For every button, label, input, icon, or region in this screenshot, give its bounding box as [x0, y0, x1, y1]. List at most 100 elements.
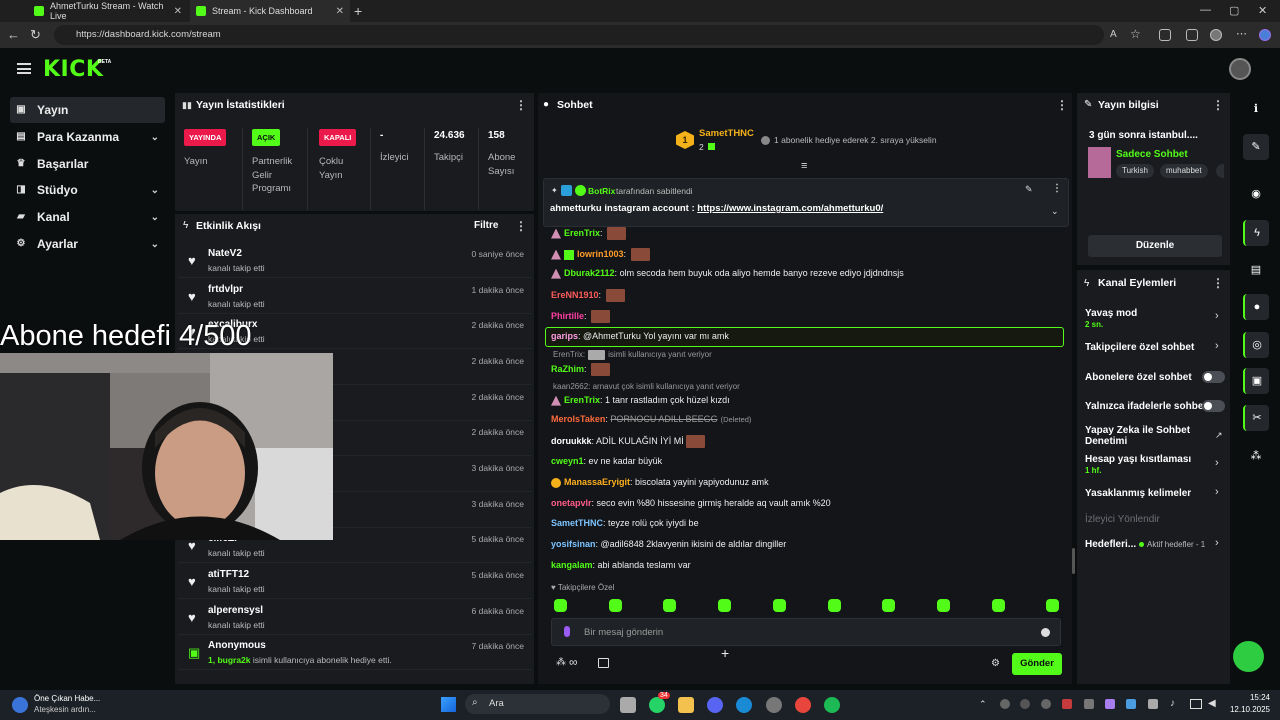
start-button[interactable] [441, 697, 456, 712]
more-vertical-icon[interactable]: ⋮ [1052, 183, 1062, 194]
external-link-icon[interactable]: ↗ [1215, 430, 1223, 441]
chat-message[interactable]: kangalam: abi ablanda teslamı var [551, 560, 691, 570]
store-icon[interactable] [598, 658, 609, 668]
tab-dashboard[interactable]: Stream - Kick Dashboard ✕ [190, 0, 350, 22]
chat-message[interactable]: doruukkk: ADİL KULAĞIN İYİ Mİ [551, 435, 705, 448]
chevron-right-icon[interactable]: › [1215, 457, 1219, 469]
subscribers-only-toggle[interactable] [1202, 371, 1225, 383]
scrollbar[interactable] [1072, 548, 1075, 574]
broadcast-signal-icon[interactable]: ◎ [1243, 332, 1269, 358]
quick-emote-icon[interactable] [663, 599, 677, 612]
sidebar-item-yayin[interactable]: ▣ Yayın [10, 97, 165, 123]
chat-username[interactable]: SametTHNC [551, 518, 603, 528]
chat-username[interactable]: ErenTrix [564, 228, 600, 238]
quick-emote-icon[interactable] [827, 599, 841, 612]
sidebar-item-kanal[interactable]: ▰ Kanal ⌄ [10, 204, 165, 230]
chat-username[interactable]: ErenTrix [564, 395, 600, 405]
pinned-link[interactable]: https://www.instagram.com/ahmetturku0/ [697, 203, 883, 214]
microphone-icon[interactable]: ♪ [1170, 698, 1175, 709]
chat-message[interactable]: ErеNN1910: [551, 289, 625, 302]
slow-mode-label[interactable]: Yavaş mod [1085, 308, 1137, 319]
chat-username[interactable]: ManassaEryigit [564, 477, 630, 487]
tray-icon[interactable] [1041, 699, 1051, 709]
emote-only-toggle[interactable] [1202, 400, 1225, 412]
chat-bubble-icon[interactable]: ● [1243, 294, 1269, 320]
quick-emote-icon[interactable] [554, 599, 567, 612]
chat-username[interactable]: cweyn1 [551, 456, 584, 466]
extensions-icon[interactable] [1159, 29, 1171, 41]
app-icon[interactable] [766, 697, 782, 713]
chat-username[interactable]: MerolsTaken [551, 414, 605, 424]
chat-username[interactable]: garips [551, 331, 578, 341]
tray-icon[interactable] [1126, 699, 1136, 709]
chat-message[interactable]: MerolsTaken: PORNOCU ADILL BEEGG (Deleted… [551, 414, 751, 424]
network-icon[interactable] [1190, 699, 1202, 709]
more-vertical-icon[interactable]: ⋮ [515, 98, 527, 112]
taskbar-search[interactable] [465, 694, 610, 714]
more-vertical-icon[interactable]: ⋮ [1212, 276, 1224, 290]
chat-message[interactable]: ErenTrix: [551, 227, 627, 240]
clock-date[interactable]: 12.10.2025 [1222, 705, 1270, 714]
sidebar-item-ayarlar[interactable]: ⚙ Ayarlar ⌄ [10, 231, 165, 257]
chevron-right-icon[interactable]: › [1215, 310, 1219, 322]
favorite-star-icon[interactable]: ☆ [1130, 27, 1141, 41]
pinned-by-user[interactable]: BotRix [588, 186, 615, 196]
chat-username[interactable]: onetapvlr [551, 498, 592, 508]
more-vertical-icon[interactable]: ⋮ [1212, 98, 1224, 112]
sidebar-item-para-kazanma[interactable]: ▤ Para Kazanma ⌄ [10, 124, 165, 150]
chat-username[interactable]: Phirtille [551, 311, 584, 321]
emoji-icon[interactable] [1041, 628, 1050, 637]
sidebar-item-basarilar[interactable]: ♛ Başarılar [10, 151, 165, 177]
user-avatar[interactable] [1229, 58, 1251, 80]
goals-label[interactable]: Hedefleri... [1085, 539, 1136, 550]
screen-icon[interactable]: ◉ [1243, 181, 1269, 207]
ai-moderation-label[interactable]: Yapay Zeka ile Sohbet Denetimi [1085, 425, 1195, 447]
chat-settings-icon[interactable]: ⚙ [991, 658, 1000, 669]
quick-emote-icon[interactable] [991, 599, 1005, 612]
file-explorer-icon[interactable] [678, 697, 694, 713]
profile-icon[interactable] [1210, 29, 1222, 41]
read-aloud-icon[interactable]: A [1110, 29, 1117, 40]
wrench-icon[interactable]: ✂ [1243, 405, 1269, 431]
chevron-right-icon[interactable]: › [1215, 340, 1219, 352]
reply-reference[interactable]: ErenTrix: isimli kullanıcıya yanıt veriyo… [553, 350, 712, 360]
quick-emote-icon[interactable] [718, 599, 732, 612]
reply-reference[interactable]: kaan2662: arnavut çok isimli kullanıcıya… [553, 382, 740, 391]
activity-username[interactable]: alperensysl [208, 605, 263, 616]
spotify-icon[interactable] [824, 697, 840, 713]
task-view-icon[interactable] [620, 697, 636, 713]
tray-icon[interactable] [1000, 699, 1010, 709]
chat-username[interactable]: kangalam [551, 560, 593, 570]
category-name[interactable]: Sadece Sohbet [1116, 149, 1188, 160]
chat-message[interactable]: onetapvlr: seco evin %80 hissesine girmi… [551, 498, 831, 508]
back-icon[interactable]: ← [7, 27, 20, 42]
discord-icon[interactable] [707, 697, 723, 713]
maximize-icon[interactable]: ▢ [1229, 4, 1239, 17]
close-tab-icon[interactable]: ✕ [336, 6, 344, 17]
tray-icon[interactable] [1020, 699, 1030, 709]
chat-username[interactable]: RaZhim [551, 364, 584, 374]
send-button[interactable]: Gönder [1012, 653, 1062, 675]
community-icon[interactable]: ⁂ [556, 657, 566, 668]
volume-icon[interactable]: ◀ [1208, 698, 1216, 709]
chat-message[interactable]: Dburak2112: olm secoda hem buyuk oda ali… [551, 268, 904, 279]
support-chat-button[interactable] [1233, 641, 1264, 672]
tray-icon[interactable] [1105, 699, 1115, 709]
chat-message[interactable]: garips: @AhmetTurku Yol yayını var mı am… [545, 327, 1064, 347]
chat-username[interactable]: doruukkk [551, 436, 592, 446]
chevron-up-icon[interactable]: ⌃ [979, 699, 987, 710]
banned-words-label[interactable]: Yasaklanmış kelimeler [1085, 488, 1191, 499]
chat-message[interactable]: lowrin1003: [551, 248, 650, 261]
quick-emote-icon[interactable] [936, 599, 950, 612]
url-field[interactable]: https://dashboard.kick.com/stream [54, 25, 1104, 45]
collections-icon[interactable] [1186, 29, 1198, 41]
tray-icon[interactable] [1148, 699, 1158, 709]
info-icon[interactable]: ℹ [1243, 96, 1269, 122]
users-icon[interactable]: ⁂ [1243, 443, 1269, 469]
chevron-down-icon[interactable]: ⌄ [1051, 206, 1059, 217]
pencil-icon[interactable]: ✎ [1243, 134, 1269, 160]
chat-username[interactable]: lowrin1003 [577, 249, 624, 259]
unpin-icon[interactable]: ✎ [1025, 184, 1033, 195]
chat-message[interactable]: ErenTrix: 1 tanr rastladım çok hüzel kız… [551, 395, 730, 406]
whatsapp-icon[interactable] [649, 697, 665, 713]
